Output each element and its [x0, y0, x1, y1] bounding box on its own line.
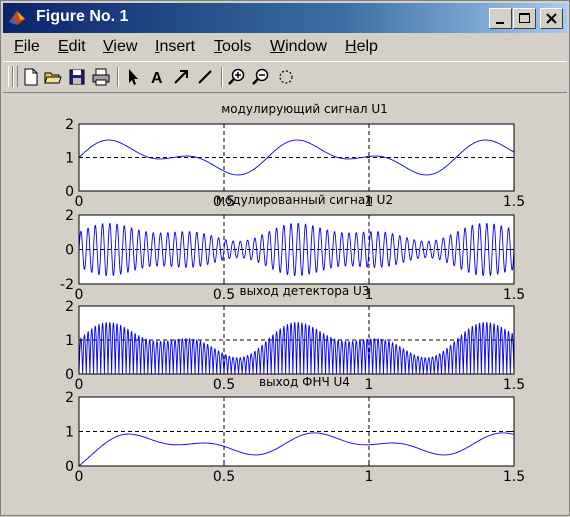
x-tick-label: 1.5: [503, 377, 525, 393]
y-tick-label: 0: [65, 243, 74, 259]
insert-line-icon[interactable]: [195, 67, 215, 87]
x-tick-label: 0.5: [213, 377, 235, 393]
x-tick-label: 0: [75, 377, 84, 393]
toolbar-grip[interactable]: [13, 66, 18, 87]
title-bar[interactable]: Figure No. 1: [3, 3, 567, 33]
menu-help[interactable]: Help: [345, 38, 378, 56]
y-tick-label: 2: [65, 299, 74, 315]
window-title: Figure No. 1: [36, 8, 129, 25]
axes-title: модулированный сигнал U2: [216, 193, 393, 207]
menu-tools[interactable]: Tools: [214, 38, 251, 56]
y-tick-label: 1: [65, 151, 74, 167]
insert-arrow-icon[interactable]: [171, 67, 191, 87]
close-button[interactable]: [540, 8, 563, 29]
select-arrow-icon[interactable]: [123, 67, 143, 87]
print-icon[interactable]: [91, 67, 111, 87]
y-tick-label: 1: [65, 333, 74, 349]
close-icon: [546, 13, 557, 24]
x-tick-label: 1.5: [503, 194, 525, 210]
minimize-icon: [496, 22, 504, 24]
menu-file[interactable]: File: [14, 38, 40, 56]
new-figure-icon[interactable]: [21, 67, 41, 87]
y-tick-label: 0: [65, 184, 74, 200]
figure-plots: 0 0.5 1 1.5 0 1 2 модулирующий сигнал U1 0 0.5 1 1.…: [60, 102, 525, 485]
y-tick-label: 2: [65, 208, 74, 224]
x-tick-label: 0.5: [213, 469, 235, 485]
x-tick-label: 1.5: [503, 287, 525, 303]
figure-window: Figure No. 1 File Edit View Insert Tools…: [0, 0, 570, 516]
y-tick-label: 0: [65, 367, 74, 383]
toolbar-separator: [117, 67, 119, 87]
x-tick-label: 1: [365, 377, 374, 393]
open-file-icon[interactable]: [43, 67, 63, 87]
matlab-logo-icon: [9, 11, 25, 25]
svg-text:A: A: [151, 70, 163, 87]
axes-title: выход ФНЧ U4: [259, 375, 350, 389]
y-tick-label: 2: [65, 117, 74, 133]
insert-text-icon[interactable]: A: [147, 67, 167, 87]
y-tick-label: 2: [65, 390, 74, 406]
maximize-icon: [519, 13, 530, 23]
x-tick-label: 1: [365, 469, 374, 485]
x-tick-label: 1.5: [503, 469, 525, 485]
x-tick-label: 0: [75, 287, 84, 303]
save-icon[interactable]: [67, 67, 87, 87]
minimize-button[interactable]: [489, 8, 512, 29]
toolbar: A: [3, 61, 567, 93]
y-tick-label: -2: [60, 277, 74, 293]
y-tick-label: 1: [65, 425, 74, 441]
menu-bar: File Edit View Insert Tools Window Help: [3, 35, 567, 59]
x-tick-label: 0: [75, 469, 84, 485]
maximize-button[interactable]: [513, 8, 536, 29]
menu-window[interactable]: Window: [270, 38, 327, 56]
menu-view[interactable]: View: [103, 38, 137, 56]
axes-title: модулирующий сигнал U1: [221, 102, 388, 116]
toolbar-separator: [221, 67, 223, 87]
x-tick-label: 0: [75, 194, 84, 210]
y-tick-label: 0: [65, 459, 74, 475]
menu-edit[interactable]: Edit: [58, 38, 86, 56]
rotate-3d-icon[interactable]: [276, 67, 296, 87]
zoom-out-icon[interactable]: [251, 67, 271, 87]
x-tick-label: 0.5: [213, 287, 235, 303]
zoom-in-icon[interactable]: [227, 67, 247, 87]
axes-title: выход детектора U3: [240, 284, 370, 298]
menu-insert[interactable]: Insert: [155, 38, 195, 56]
axes-4[interactable]: 0 0.5 1 1.5 0 1 2 выход ФНЧ U4: [65, 375, 525, 485]
